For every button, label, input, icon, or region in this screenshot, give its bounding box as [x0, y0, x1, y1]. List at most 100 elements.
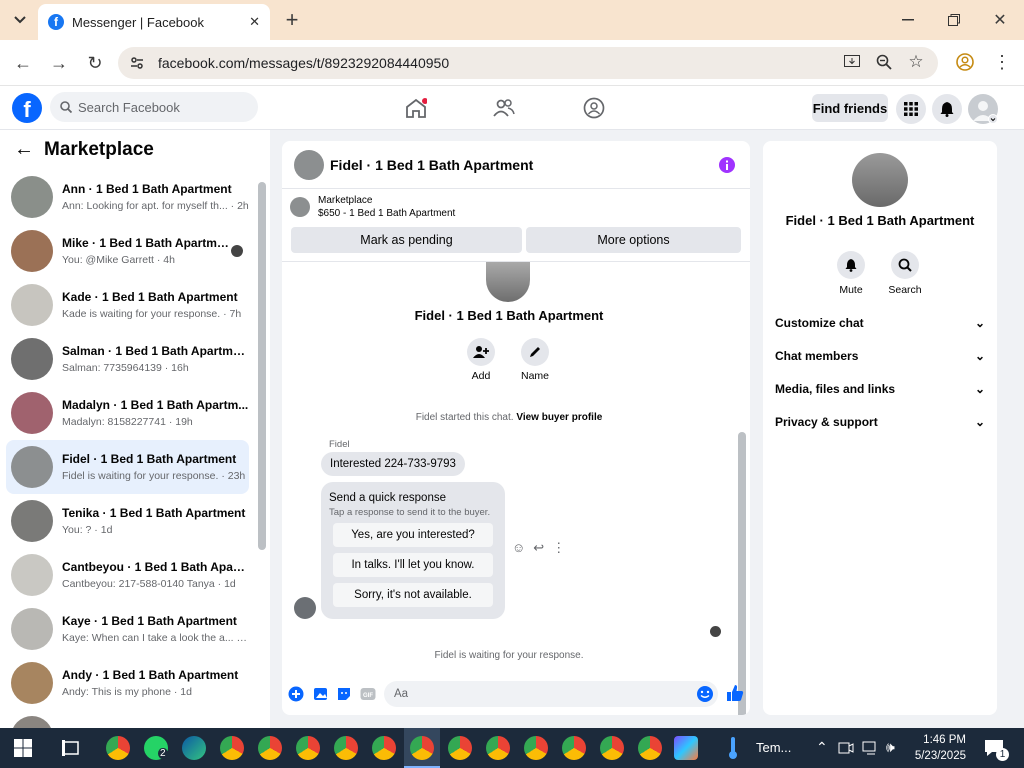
info-icon[interactable] — [718, 156, 736, 174]
customize-chat-row[interactable]: Customize chat ⌄ — [775, 316, 985, 330]
buyer-profile-image[interactable] — [486, 262, 530, 302]
edge-taskbar-icon[interactable] — [182, 736, 206, 760]
more-icon[interactable]: ⋮ — [552, 540, 565, 556]
chrome-profile-taskbar-icon[interactable] — [524, 736, 548, 760]
conversation-item[interactable]: Tmell · 1 Bed 1 Bath Apartment — [6, 710, 249, 728]
message-input[interactable]: Aa — [384, 681, 718, 707]
chrome-profile-taskbar-icon[interactable] — [448, 736, 472, 760]
conversation-item[interactable]: Fidel · 1 Bed 1 Bath Apartment Fidel is w… — [6, 440, 249, 494]
media-files-links-row[interactable]: Media, files and links ⌄ — [775, 382, 985, 396]
microsoft365-taskbar-icon[interactable] — [674, 736, 698, 760]
restore-icon[interactable] — [944, 10, 964, 30]
tab-search-icon[interactable] — [10, 10, 30, 30]
chrome-profile-taskbar-icon[interactable] — [600, 736, 624, 760]
groups-icon[interactable] — [580, 94, 608, 122]
chrome-profile-taskbar-icon[interactable] — [372, 736, 396, 760]
clock[interactable]: 1:46 PM 5/23/2025 — [912, 732, 966, 764]
name-button[interactable]: Name — [508, 338, 562, 382]
site-info-icon[interactable] — [130, 56, 144, 70]
thumbs-up-icon[interactable] — [726, 684, 744, 702]
facebook-logo-icon[interactable]: f — [12, 93, 42, 123]
back-arrow-icon[interactable]: ← — [14, 138, 34, 161]
tab-messenger[interactable]: f Messenger | Facebook ✕ — [38, 4, 270, 40]
friends-icon[interactable] — [490, 94, 518, 122]
add-button[interactable]: Add — [454, 338, 508, 382]
row-label: Chat members — [775, 349, 859, 363]
details-profile-image[interactable] — [852, 153, 908, 207]
home-icon[interactable] — [402, 94, 430, 122]
sidebar-scrollbar[interactable] — [258, 182, 266, 550]
conversation-item[interactable]: Cantbeyou · 1 Bed 1 Bath Apart... Cantbey… — [6, 548, 249, 602]
conversation-item[interactable]: Madalyn · 1 Bed 1 Bath Apartm... Madalyn:… — [6, 386, 249, 440]
facebook-search-input[interactable]: Search Facebook — [50, 92, 258, 122]
mark-as-pending-button[interactable]: Mark as pending — [291, 227, 522, 253]
conversation-item[interactable]: Salman · 1 Bed 1 Bath Apartment Salman: 7… — [6, 332, 249, 386]
chrome-menu-icon[interactable]: ⋮ — [992, 52, 1012, 72]
account-avatar-icon[interactable] — [968, 94, 998, 124]
conversation-item[interactable]: Mike · 1 Bed 1 Bath Apartment You: @Mike … — [6, 224, 249, 278]
chevron-up-icon[interactable]: ⌃ — [816, 739, 828, 756]
quick-response-option[interactable]: In talks. I'll let you know. — [333, 553, 493, 577]
photo-icon[interactable] — [313, 686, 329, 702]
chrome-profile-taskbar-icon[interactable] — [296, 736, 320, 760]
conversation-item[interactable]: Ann · 1 Bed 1 Bath Apartment Ann: Looking… — [6, 170, 249, 224]
conversation-item[interactable]: Tenika · 1 Bed 1 Bath Apartment You: ? · … — [6, 494, 249, 548]
emoji-icon[interactable] — [696, 685, 714, 703]
privacy-support-row[interactable]: Privacy & support ⌄ — [775, 415, 985, 429]
message-bubble[interactable]: Interested 224-733-9793 — [321, 452, 465, 476]
gif-icon[interactable]: GIF — [360, 686, 376, 702]
quick-response-option[interactable]: Yes, are you interested? — [333, 523, 493, 547]
conversation-item[interactable]: Andy · 1 Bed 1 Bath Apartment Andy: This … — [6, 656, 249, 710]
chrome-profile-taskbar-icon[interactable] — [486, 736, 510, 760]
row-label: Privacy & support — [775, 415, 878, 429]
chat-avatar[interactable] — [294, 149, 324, 180]
thermometer-icon[interactable] — [726, 736, 740, 760]
back-icon[interactable]: ← — [12, 52, 34, 74]
forward-icon[interactable]: → — [48, 52, 70, 74]
find-friends-button[interactable]: Find friends — [812, 94, 888, 122]
tab-close-icon[interactable]: ✕ — [249, 14, 260, 30]
meet-now-icon[interactable] — [838, 740, 854, 756]
weather-text[interactable]: Tem... — [756, 740, 791, 755]
sticker-icon[interactable] — [336, 686, 352, 702]
omnibox[interactable]: facebook.com/messages/t/8923292084440950 — [118, 47, 938, 79]
minimize-icon[interactable] — [898, 10, 918, 30]
mute-button[interactable]: Mute — [829, 251, 873, 296]
quick-response-option[interactable]: Sorry, it's not available. — [333, 583, 493, 607]
menu-grid-icon[interactable] — [896, 94, 926, 124]
conversation-item[interactable]: Kaye · 1 Bed 1 Bath Apartment Kaye: When … — [6, 602, 249, 656]
chrome-taskbar-icon[interactable] — [106, 736, 130, 760]
network-icon[interactable] — [862, 740, 880, 756]
react-emoji-icon[interactable]: ☺ — [512, 540, 525, 556]
chrome-profile-taskbar-icon[interactable] — [220, 736, 244, 760]
install-app-icon[interactable] — [842, 52, 862, 72]
notifications-bell-icon[interactable] — [932, 94, 962, 124]
windows-start-icon[interactable] — [14, 739, 32, 757]
window-close-icon[interactable]: ✕ — [990, 10, 1010, 30]
conversation-avatar — [11, 338, 53, 380]
chrome-active-taskbar-icon[interactable] — [410, 736, 434, 760]
profile-icon[interactable] — [955, 52, 975, 72]
chrome-profile-taskbar-icon[interactable] — [638, 736, 662, 760]
chat-title[interactable]: Fidel · 1 Bed 1 Bath Apartment — [330, 157, 533, 173]
bookmark-star-icon[interactable]: ☆ — [906, 52, 926, 72]
view-buyer-profile-link[interactable]: View buyer profile — [516, 412, 602, 423]
chrome-profile-taskbar-icon[interactable] — [258, 736, 282, 760]
zoom-icon[interactable] — [874, 52, 894, 72]
volume-icon[interactable]: 🕪 — [886, 739, 895, 756]
more-options-button[interactable]: More options — [526, 227, 741, 253]
search-chat-button[interactable]: Search — [883, 251, 927, 296]
chat-members-row[interactable]: Chat members ⌄ — [775, 349, 985, 363]
chrome-profile-taskbar-icon[interactable] — [562, 736, 586, 760]
reply-icon[interactable]: ↩ — [533, 540, 544, 556]
listing-info[interactable]: Marketplace $650 - 1 Bed 1 Bath Apartmen… — [290, 195, 455, 219]
reload-icon[interactable]: ↻ — [84, 52, 106, 74]
conversation-item[interactable]: Kade · 1 Bed 1 Bath Apartment Kade is wai… — [6, 278, 249, 332]
task-view-icon[interactable] — [62, 739, 80, 757]
chat-scrollbar[interactable] — [738, 432, 746, 715]
listing-title: $650 - 1 Bed 1 Bath Apartment — [318, 208, 456, 219]
new-tab-icon[interactable]: + — [282, 7, 302, 32]
plus-circle-icon[interactable] — [288, 686, 304, 702]
sender-avatar[interactable] — [294, 597, 316, 619]
chrome-profile-taskbar-icon[interactable] — [334, 736, 358, 760]
